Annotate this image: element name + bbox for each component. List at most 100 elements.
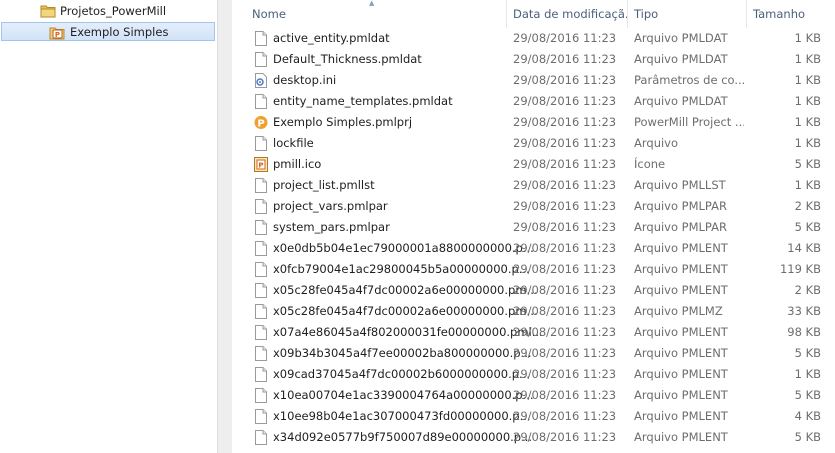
column-header-label: Tamanho <box>753 7 806 21</box>
file-date: 29/08/2016 11:23 <box>513 241 617 255</box>
file-date: 29/08/2016 11:23 <box>513 73 617 87</box>
file-row[interactable]: desktop.ini 29/08/2016 11:23 Parâmetros de… <box>232 70 835 91</box>
file-type: Arquivo PMLENT <box>634 241 728 255</box>
file-row[interactable]: lockfile 29/08/2016 11:23 Arquivo 1 KB <box>232 133 835 154</box>
file-row[interactable]: x34d092e0577b9f750007d89e00000000.p... 29… <box>232 427 835 448</box>
file-type: Arquivo PMLENT <box>634 388 728 402</box>
document-icon <box>254 52 268 67</box>
nav-item-exemplo-simples[interactable]: P Exemplo Simples <box>1 22 215 41</box>
file-name: pmill.ico <box>273 157 322 171</box>
document-icon <box>254 199 268 214</box>
file-type: PowerMill Project ... <box>634 115 744 129</box>
document-icon <box>254 388 268 403</box>
document-icon <box>254 178 268 193</box>
file-date: 29/08/2016 11:23 <box>513 157 617 171</box>
sort-ascending-icon: ▲ <box>369 0 375 7</box>
file-type: Parâmetros de co... <box>634 73 744 87</box>
file-name: x0fcb79004e1ac29800045b5a00000000.p... <box>273 262 530 276</box>
file-row[interactable]: x05c28fe045a4f7dc00002a6e00000000.pm... 2… <box>232 301 835 322</box>
file-size: 1 KB <box>794 52 821 66</box>
document-icon <box>254 304 268 319</box>
file-type: Arquivo PMLDAT <box>634 52 728 66</box>
file-row[interactable]: x0fcb79004e1ac29800045b5a00000000.p... 29… <box>232 259 835 280</box>
file-type: Arquivo PMLPAR <box>634 220 727 234</box>
file-size: 1 KB <box>794 367 821 381</box>
file-type: Ícone <box>634 157 666 171</box>
file-type: Arquivo PMLDAT <box>634 31 728 45</box>
file-type: Arquivo PMLENT <box>634 346 728 360</box>
file-row[interactable]: Default_Thickness.pmldat 29/08/2016 11:23… <box>232 49 835 70</box>
file-name: x0e0db5b04e1ec79000001a8800000000.p... <box>273 241 534 255</box>
file-size: 1 KB <box>794 115 821 129</box>
folder-icon <box>40 4 56 24</box>
file-date: 29/08/2016 11:23 <box>513 283 617 297</box>
document-icon <box>254 262 268 277</box>
file-date: 29/08/2016 11:23 <box>513 178 617 192</box>
document-icon <box>254 283 268 298</box>
file-type: Arquivo PMLLST <box>634 178 726 192</box>
nav-item-label: Projetos_PowerMill <box>60 4 167 18</box>
file-name: x09b34b3045a4f7ee00002ba800000000.p... <box>273 346 532 360</box>
navigation-pane: Projetos_PowerMill P Exemplo Simples <box>0 0 217 453</box>
file-row[interactable]: P Exemplo Simples.pmlprj 29/08/2016 11:23 P… <box>232 112 835 133</box>
svg-text:P: P <box>55 31 60 39</box>
file-name: system_pars.pmlpar <box>273 220 390 234</box>
file-row[interactable]: x09b34b3045a4f7ee00002ba800000000.p... 29… <box>232 343 835 364</box>
column-header-name[interactable]: Nome <box>246 0 507 28</box>
file-size: 1 KB <box>794 136 821 150</box>
file-size: 5 KB <box>794 430 821 444</box>
file-row[interactable]: active_entity.pmldat 29/08/2016 11:23 Arqu… <box>232 28 835 49</box>
file-name: active_entity.pmldat <box>273 31 390 45</box>
file-size: 2 KB <box>794 283 821 297</box>
document-icon <box>254 136 268 151</box>
file-type: Arquivo PMLENT <box>634 325 728 339</box>
file-name: entity_name_templates.pmldat <box>273 94 453 108</box>
pane-splitter[interactable] <box>217 0 232 453</box>
nav-item-projetos-powermill[interactable]: Projetos_PowerMill <box>0 1 217 21</box>
file-size: 98 KB <box>787 325 821 339</box>
file-size: 119 KB <box>779 262 821 276</box>
file-size: 1 KB <box>794 73 821 87</box>
column-header-type[interactable]: Tipo <box>628 0 747 28</box>
file-date: 29/08/2016 11:23 <box>513 115 617 129</box>
file-row[interactable]: x10ee98b04e1ac307000473fd00000000.p... 29… <box>232 406 835 427</box>
file-row[interactable]: x0e0db5b04e1ec79000001a8800000000.p... 29… <box>232 238 835 259</box>
file-name: x05c28fe045a4f7dc00002a6e00000000.pm... <box>273 283 538 297</box>
file-type: Arquivo PMLENT <box>634 430 728 444</box>
file-type: Arquivo PMLENT <box>634 283 728 297</box>
file-date: 29/08/2016 11:23 <box>513 325 617 339</box>
document-icon <box>254 409 268 424</box>
image-icon: P <box>254 157 268 172</box>
file-name: Default_Thickness.pmldat <box>273 52 422 66</box>
column-header-label: Tipo <box>634 7 659 21</box>
file-size: 5 KB <box>794 157 821 171</box>
file-row[interactable]: x07a4e86045a4f802000031fe00000000.pml...… <box>232 322 835 343</box>
settings-file-icon <box>254 73 268 88</box>
file-row[interactable]: Ppmill.ico 29/08/2016 11:23 Ícone 5 KB <box>232 154 835 175</box>
file-size: 33 KB <box>787 304 821 318</box>
file-type: Arquivo PMLENT <box>634 262 728 276</box>
powermill-project-icon: P <box>49 25 65 46</box>
file-date: 29/08/2016 11:23 <box>513 409 617 423</box>
file-size: 1 KB <box>794 94 821 108</box>
file-row[interactable]: x09cad37045a4f7dc00002b6000000000.p... 29… <box>232 364 835 385</box>
file-date: 29/08/2016 11:23 <box>513 136 617 150</box>
file-row[interactable]: project_vars.pmlpar 29/08/2016 11:23 Arqui… <box>232 196 835 217</box>
file-name: project_vars.pmlpar <box>273 199 388 213</box>
file-name: project_list.pmllst <box>273 178 375 192</box>
column-header-date[interactable]: Data de modificaçã... <box>507 0 628 28</box>
file-date: 29/08/2016 11:23 <box>513 52 617 66</box>
file-row[interactable]: x10ea00704e1ac3390004764a00000000.p... 29… <box>232 385 835 406</box>
file-date: 29/08/2016 11:23 <box>513 346 617 360</box>
svg-text:P: P <box>258 162 263 170</box>
file-row[interactable]: x05c28fe045a4f7dc00002a6e00000000.pm... 2… <box>232 280 835 301</box>
column-header-size[interactable]: Tamanho <box>747 0 832 28</box>
file-row[interactable]: project_list.pmllst 29/08/2016 11:23 Arqui… <box>232 175 835 196</box>
file-row[interactable]: entity_name_templates.pmldat 29/08/2016 1… <box>232 91 835 112</box>
file-name: desktop.ini <box>273 73 337 87</box>
document-icon <box>254 346 268 361</box>
file-size: 14 KB <box>787 241 821 255</box>
file-row[interactable]: system_pars.pmlpar 29/08/2016 11:23 Arquiv… <box>232 217 835 238</box>
column-header-row: Nome ▲ Data de modificaçã... Tipo Tamanh… <box>232 0 835 28</box>
file-date: 29/08/2016 11:23 <box>513 94 617 108</box>
